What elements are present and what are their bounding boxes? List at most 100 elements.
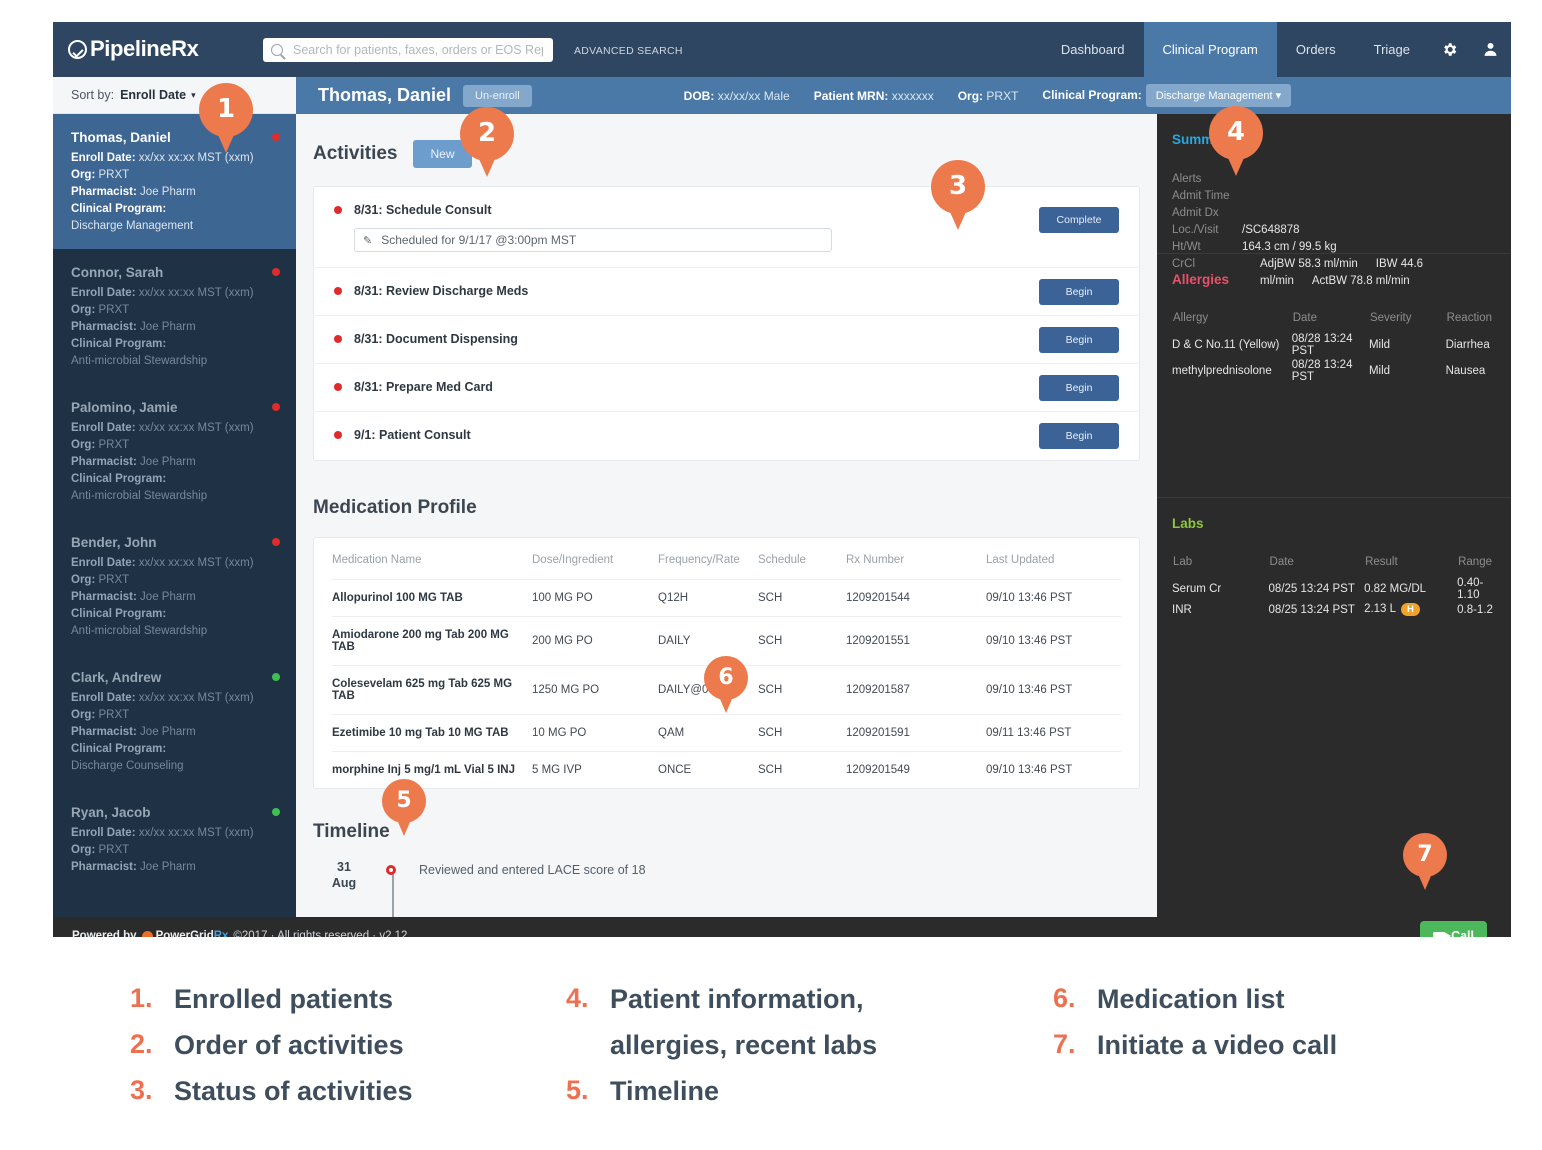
cell-date: 08/28 13:24 PST [1291, 359, 1353, 383]
patient-list-item[interactable]: Clark, Andrew Enroll Date: xx/xx xx:xx M… [53, 654, 296, 789]
cell-dose: 100 MG PO [532, 579, 658, 617]
enroll-date-value: xx/xx xx:xx MST (xxm) [138, 422, 254, 434]
cell-dose: 200 MG PO [532, 616, 658, 666]
cell-medication-name: Allopurinol 100 MG TAB [332, 579, 532, 617]
activity-label: 8/31: Prepare Med Card [334, 380, 1119, 394]
high-flag-badge: H [1401, 603, 1420, 616]
nav-dashboard[interactable]: Dashboard [1042, 22, 1144, 77]
scheduled-time-input[interactable] [379, 232, 823, 248]
activity-label-text: 8/31: Document Dispensing [354, 332, 518, 346]
org-label: Org: [71, 439, 96, 451]
begin-button[interactable]: Begin [1039, 374, 1119, 401]
patient-list-item[interactable]: Palomino, Jamie Enroll Date: xx/xx xx:xx… [53, 384, 296, 519]
pharmacist-value: Joe Pharm [140, 321, 196, 333]
pharmacist-value: Joe Pharm [140, 591, 196, 603]
cell-frequency: Q12H [658, 579, 758, 617]
patient-program-label: Clinical Program: [71, 336, 276, 353]
activities-title: Activities [313, 143, 398, 164]
legend: 1. Enrolled patients 2. Order of activitie… [0, 965, 1542, 1150]
nav-triage[interactable]: Triage [1355, 22, 1429, 77]
org-value: PRXT [98, 574, 130, 586]
nav-clinical-program[interactable]: Clinical Program [1143, 22, 1277, 77]
enroll-date-label: Enroll Date: [71, 152, 136, 164]
pharmacist-value: Joe Pharm [140, 186, 196, 198]
timeline-line [392, 873, 394, 917]
callout-pin-1: 1 [199, 83, 253, 157]
loc-visit-value: /SC648878 [1242, 224, 1300, 236]
col-reaction: Reaction [1446, 312, 1492, 324]
enroll-date-label: Enroll Date: [71, 422, 136, 434]
pharmacist-label: Pharmacist: [71, 591, 137, 603]
begin-button[interactable]: Begin [1039, 326, 1119, 353]
patient-list-name: Clark, Andrew [71, 670, 162, 685]
patient-info-panel: Summary Alerts Admit Time Admit Dx Loc./… [1157, 114, 1511, 917]
timeline-marker-icon [386, 865, 396, 875]
org-label: Org: [957, 88, 984, 103]
clinical-program-dropdown[interactable]: Discharge Management ▾ [1145, 84, 1292, 107]
app-logo: PipelineRx [68, 36, 199, 62]
status-dot [334, 287, 342, 295]
activity-row: 8/31: Schedule Consult ✎ Complete [314, 187, 1139, 268]
mrn-value: xxxxxxx [891, 88, 934, 103]
col-rx-number: Rx Number [846, 538, 986, 580]
enrolled-patients-sidebar[interactable]: Thomas, Daniel Enroll Date: xx/xx xx:xx … [53, 114, 296, 917]
cell-dose: 1250 MG PO [532, 665, 658, 715]
advanced-search-link[interactable]: ADVANCED SEARCH [574, 45, 683, 57]
pharmacist-label: Pharmacist: [71, 186, 137, 198]
cell-reaction: Diarrhea [1445, 339, 1490, 351]
cell-rx-number: 1209201587 [846, 665, 986, 715]
patient-org: Org: PRXT [71, 842, 276, 859]
user-account-button[interactable] [1470, 22, 1511, 77]
begin-button[interactable]: Begin [1039, 278, 1119, 305]
complete-button[interactable]: Complete [1039, 207, 1119, 233]
table-row[interactable]: Ezetimibe 10 mg Tab 10 MG TAB 10 MG PO Q… [332, 714, 1121, 752]
video-camera-icon [1433, 931, 1452, 937]
timeline-day: 31 [337, 860, 351, 874]
nav-orders[interactable]: Orders [1277, 22, 1355, 77]
video-call-button[interactable]: Call [1420, 921, 1487, 937]
cell-medication-name: Colesevelam 625 mg Tab 625 MG TAB [332, 665, 532, 715]
un-enroll-button[interactable]: Un-enroll [463, 84, 532, 107]
table-row[interactable]: Allopurinol 100 MG TAB 100 MG PO Q12H SC… [332, 579, 1121, 617]
pin-number: 6 [718, 664, 734, 690]
patient-dob: DOB: xx/xx/xx Male [684, 89, 790, 103]
loc-visit-label: Loc./Visit [1172, 224, 1219, 236]
settings-button[interactable] [1429, 22, 1470, 77]
sort-by-label: Sort by: [71, 88, 115, 102]
cell-schedule: SCH [758, 665, 846, 715]
patient-list-item[interactable]: Connor, Sarah Enroll Date: xx/xx xx:xx M… [53, 249, 296, 384]
legend-number: 1. [130, 983, 153, 1013]
cell-dose: 10 MG PO [532, 714, 658, 752]
powergrid-rx-suffix: Rx [213, 930, 229, 937]
program-label: Clinical Program: [1042, 88, 1142, 102]
patient-list-item[interactable]: Ryan, Jacob Enroll Date: xx/xx xx:xx MST… [53, 789, 296, 890]
timeline-date: 31 Aug [327, 859, 361, 891]
patient-org: Org: PRXT [958, 89, 1019, 103]
col-dose: Dose/Ingredient [532, 538, 658, 580]
brand-name: PipelineRx [90, 36, 199, 61]
legend-text: Timeline [610, 1076, 720, 1106]
activity-row: 9/1: Patient Consult Begin [314, 412, 1139, 460]
labs-table: Lab Date Result Range Serum Cr 08/25 13:… [1172, 555, 1493, 617]
table-row[interactable]: morphine Inj 5 mg/1 mL Vial 5 INJ 5 MG I… [332, 752, 1121, 789]
search-input[interactable] [291, 42, 545, 58]
activity-label-text: 9/1: Patient Consult [354, 428, 471, 442]
patient-list-item[interactable]: Thomas, Daniel Enroll Date: xx/xx xx:xx … [53, 114, 296, 249]
summary-row-admit-time: Admit Time [1172, 188, 1493, 205]
activity-label: 8/31: Review Discharge Meds [334, 284, 1119, 298]
patient-org: Org: PRXT [71, 302, 276, 319]
scheduled-time-field[interactable]: ✎ [354, 228, 832, 252]
labs-title: Labs [1172, 516, 1204, 531]
legend-item-6: 6. Medication list [1053, 983, 1473, 1015]
sort-by-value[interactable]: Enroll Date [120, 88, 186, 102]
admit-time-label: Admit Time [1172, 190, 1230, 202]
pin-number: 3 [948, 171, 968, 201]
global-search[interactable] [263, 38, 553, 62]
patient-list-item[interactable]: Bender, John Enroll Date: xx/xx xx:xx MS… [53, 519, 296, 654]
org-value: PRXT [986, 88, 1019, 103]
patient-list-name: Connor, Sarah [71, 265, 164, 280]
cell-frequency: QAM [658, 714, 758, 752]
status-dot [272, 133, 280, 141]
begin-button[interactable]: Begin [1039, 423, 1119, 449]
sort-bar[interactable]: Sort by: Enroll Date ▾ [53, 77, 296, 114]
